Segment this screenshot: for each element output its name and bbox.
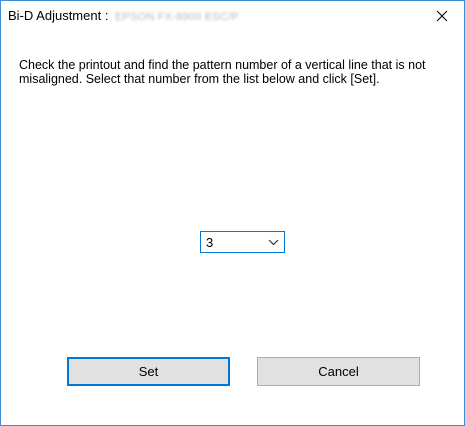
title-bar[interactable]: Bi-D Adjustment : EPSON FX-890II ESC/P: [1, 1, 464, 31]
cancel-button[interactable]: Cancel: [257, 357, 420, 386]
close-icon: [436, 10, 448, 22]
chevron-down-icon: [268, 239, 279, 246]
title-prefix: Bi-D Adjustment :: [8, 8, 109, 23]
bi-d-adjustment-dialog: Bi-D Adjustment : EPSON FX-890II ESC/P C…: [0, 0, 465, 426]
instructions-text: Check the printout and find the pattern …: [19, 58, 426, 86]
set-button[interactable]: Set: [67, 357, 230, 386]
pattern-number-value: 3: [206, 235, 214, 250]
close-button[interactable]: [420, 1, 464, 31]
pattern-number-select[interactable]: 3: [200, 231, 285, 253]
window-title: Bi-D Adjustment : EPSON FX-890II ESC/P: [8, 8, 239, 23]
printer-name: EPSON FX-890II ESC/P: [115, 11, 239, 23]
